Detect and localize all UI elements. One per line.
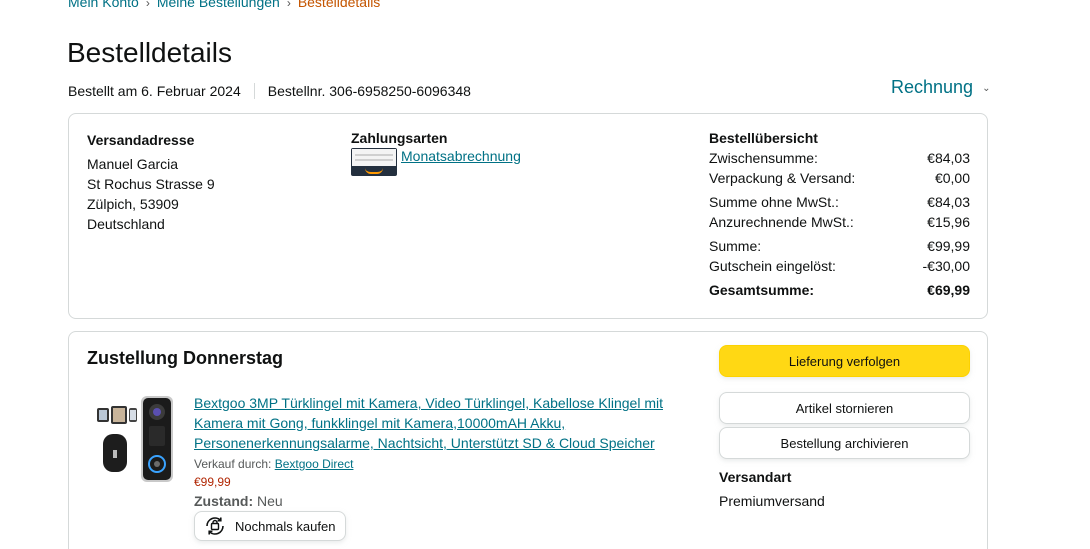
summary-row-total: Gesamtsumme: €69,99 (709, 282, 970, 298)
divider (253, 83, 255, 99)
address-line: Manuel Garcia (87, 156, 179, 172)
breadcrumb-my-account[interactable]: Mein Konto (68, 0, 139, 10)
amazon-card-icon (351, 148, 397, 176)
cancel-items-button[interactable]: Artikel stornieren (719, 392, 970, 424)
order-summary-card: Versandadresse Manuel Garcia St Rochus S… (68, 113, 988, 319)
order-number: Bestellnr. 306-6958250-6096348 (267, 83, 471, 99)
payment-method-link[interactable]: Monatsabrechnung (401, 148, 521, 164)
order-meta: Bestellt am 6. Februar 2024 Bestellnr. 3… (68, 83, 471, 99)
address-line: Deutschland (87, 216, 165, 232)
seller-link[interactable]: Bextgoo Direct (275, 457, 354, 471)
seller-prefix: Verkauf durch: (194, 457, 272, 471)
payment-heading: Zahlungsarten (351, 130, 448, 146)
summary-row-vat: Anzurechnende MwSt.: €15,96 (709, 214, 970, 230)
address-heading: Versandadresse (87, 132, 195, 148)
seller-info: Verkauf durch: Bextgoo Direct (194, 457, 694, 471)
buy-again-icon (206, 517, 224, 535)
order-totals: Bestellübersicht Zwischensumme: €84,03 Ve… (709, 130, 970, 300)
page-title: Bestelldetails (67, 37, 232, 68)
summary-row-net: Summe ohne MwSt.: €84,03 (709, 194, 970, 210)
shipping-address: Versandadresse Manuel Garcia St Rochus S… (87, 130, 215, 234)
buy-again-button[interactable]: Nochmals kaufen (194, 511, 347, 541)
archive-order-button[interactable]: Bestellung archivieren (719, 427, 970, 459)
product-condition: Zustand: Neu (194, 493, 694, 509)
delivery-heading: Zustellung Donnerstag (87, 348, 284, 368)
product-title-link[interactable]: Bextgoo 3MP Türklingel mit Kamera, Video… (194, 395, 663, 451)
invoice-dropdown[interactable]: Rechnung ⌄ (891, 77, 990, 98)
shipment-card: Zustellung Donnerstag Bextgoo 3MP Türkli… (68, 331, 988, 549)
chevron-right-icon: › (286, 0, 291, 10)
product-price: €99,99 (194, 475, 231, 489)
buy-again-label: Nochmals kaufen (235, 518, 336, 534)
shipping-method-value: Premiumversand (719, 493, 825, 509)
shipping-method: Versandart Premiumversand (719, 469, 825, 509)
chevron-down-icon: ⌄ (982, 83, 991, 94)
invoice-label: Rechnung (891, 77, 974, 97)
summary-row-voucher: Gutschein eingelöst: -€30,00 (709, 258, 970, 274)
summary-row-sum: Summe: €99,99 (709, 238, 970, 254)
condition-value: Neu (257, 493, 283, 509)
product-image[interactable] (95, 394, 179, 486)
payment-method-row: Monatsabrechnung (351, 148, 521, 176)
shipping-method-heading: Versandart (719, 469, 792, 485)
product-info: Bextgoo 3MP Türklingel mit Kamera, Video… (194, 393, 694, 541)
doorbell-product-icon (97, 396, 173, 482)
summary-heading: Bestellübersicht (709, 130, 818, 146)
summary-row-subtotal: Zwischensumme: €84,03 (709, 150, 970, 166)
address-line: Zülpich, 53909 (87, 196, 179, 212)
condition-label: Zustand: (194, 493, 254, 509)
breadcrumb-current: Bestelldetails (297, 0, 381, 10)
summary-row-shipping: Verpackung & Versand: €0,00 (709, 170, 970, 186)
breadcrumb-my-orders[interactable]: Meine Bestellungen (157, 0, 280, 10)
order-date: Bestellt am 6. Februar 2024 (68, 83, 241, 99)
address-line: St Rochus Strasse 9 (87, 176, 215, 192)
chevron-right-icon: › (145, 0, 150, 10)
breadcrumb: Mein Konto › Meine Bestellungen › Bestelldet… (68, 0, 380, 10)
track-package-button[interactable]: Lieferung verfolgen (719, 345, 970, 377)
payment-methods: Zahlungsarten Monatsabrechnung (351, 130, 521, 176)
